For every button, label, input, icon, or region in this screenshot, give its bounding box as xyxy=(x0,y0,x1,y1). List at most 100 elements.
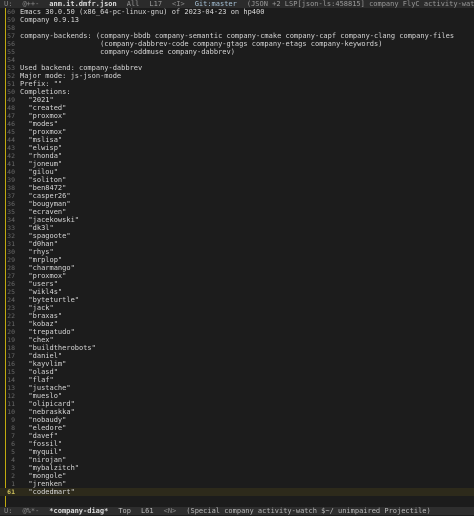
line-text[interactable]: "jack" xyxy=(20,304,474,312)
line-text[interactable]: "mybalzitch" xyxy=(20,464,474,472)
buffer-line[interactable]: 32 "spagoote" xyxy=(0,232,474,240)
line-text[interactable]: "mueslo" xyxy=(20,392,474,400)
buffer-line[interactable]: 40 "gilou" xyxy=(0,168,474,176)
line-text[interactable]: "mongole" xyxy=(20,472,474,480)
buffer-line[interactable]: 24 "byteturtle" xyxy=(0,296,474,304)
buffer-line[interactable]: 49 "2021" xyxy=(0,96,474,104)
line-text[interactable]: "eledore" xyxy=(20,424,474,432)
buffer-area[interactable]: 60 Emacs 30.0.50 (x86_64-pc-linux-gnu) of… xyxy=(0,8,474,507)
line-text[interactable]: "nirojan" xyxy=(20,456,474,464)
buffer-line[interactable]: 33 "dk3l" xyxy=(0,224,474,232)
line-text[interactable]: "olasd" xyxy=(20,368,474,376)
line-text[interactable]: "trepatudo" xyxy=(20,328,474,336)
line-text[interactable]: "olipicard" xyxy=(20,400,474,408)
line-text[interactable]: "jacekowski" xyxy=(20,216,474,224)
buffer-line[interactable]: 19 "chex" xyxy=(0,336,474,344)
buffer-line[interactable]: 21 "kobaz" xyxy=(0,320,474,328)
buffer-line[interactable]: 7 "davef" xyxy=(0,432,474,440)
buffer-line[interactable]: 34 "jacekowski" xyxy=(0,216,474,224)
line-text[interactable]: company-backends: (company-bbdb company-… xyxy=(20,32,474,40)
buffer-line[interactable]: 39 "soliton" xyxy=(0,176,474,184)
line-text[interactable]: "codedmart" xyxy=(20,488,474,496)
buffer-line[interactable]: 17 "daniel" xyxy=(0,352,474,360)
line-text[interactable]: "jrenken" xyxy=(20,480,474,488)
buffer-line[interactable]: 18 "buildtherobots" xyxy=(0,344,474,352)
buffer-line[interactable]: 26 "users" xyxy=(0,280,474,288)
buffer-line[interactable]: 57 company-backends: (company-bbdb compan… xyxy=(0,32,474,40)
line-text[interactable]: "myquil" xyxy=(20,448,474,456)
buffer-line[interactable]: 52 Major mode: js-json-mode xyxy=(0,72,474,80)
buffer-line[interactable]: 23 "jack" xyxy=(0,304,474,312)
line-text[interactable]: "mslisa" xyxy=(20,136,474,144)
buffer-line[interactable]: 50 Completions: xyxy=(0,88,474,96)
line-text[interactable]: "ben8472" xyxy=(20,184,474,192)
line-text[interactable]: Prefix: "" xyxy=(20,80,474,88)
mode-line-modes[interactable]: (JSON +2 LSP[json-ls:458815] company Fly… xyxy=(247,0,474,8)
buffer-line[interactable]: 42 "rhonda" xyxy=(0,152,474,160)
buffer-line[interactable]: 30 "rhys" xyxy=(0,248,474,256)
line-text[interactable]: "braxas" xyxy=(20,312,474,320)
buffer-line[interactable]: 9 "nobaudy" xyxy=(0,416,474,424)
buffer-line[interactable]: 31 "d0han" xyxy=(0,240,474,248)
line-text[interactable]: Emacs 30.0.50 (x86_64-pc-linux-gnu) of 2… xyxy=(20,8,474,16)
buffer-line[interactable]: 15 "olasd" xyxy=(0,368,474,376)
bottom-mode-line[interactable]: U: @%*- *company-diag* Top L61 <N> (Spec… xyxy=(0,507,474,515)
buffer-line[interactable]: 59 Company 0.9.13 xyxy=(0,16,474,24)
buffer-line[interactable]: 28 "charmango" xyxy=(0,264,474,272)
line-text[interactable]: "fossil" xyxy=(20,440,474,448)
buffer-line[interactable]: 12 "mueslo" xyxy=(0,392,474,400)
buffer-line[interactable]: 5 "myquil" xyxy=(0,448,474,456)
line-text[interactable]: "kobaz" xyxy=(20,320,474,328)
line-text[interactable]: "elwisp" xyxy=(20,144,474,152)
line-text[interactable]: "wikl4s" xyxy=(20,288,474,296)
buffer-line[interactable]: 47 "proxmox" xyxy=(0,112,474,120)
line-text[interactable]: Company 0.9.13 xyxy=(20,16,474,24)
line-text[interactable]: "modes" xyxy=(20,120,474,128)
line-text[interactable]: "2021" xyxy=(20,96,474,104)
line-text[interactable]: "joneum" xyxy=(20,160,474,168)
buffer-line[interactable]: 48 "created" xyxy=(0,104,474,112)
buffer-line[interactable]: 16 "kayvlim" xyxy=(0,360,474,368)
buffer-line[interactable]: 22 "braxas" xyxy=(0,312,474,320)
buffer-line[interactable]: 4 "nirojan" xyxy=(0,456,474,464)
buffer-line[interactable]: 43 "elwisp" xyxy=(0,144,474,152)
line-text[interactable]: "gilou" xyxy=(20,168,474,176)
buffer-line[interactable]: 1 "jrenken" xyxy=(0,480,474,488)
line-text[interactable]: "d0han" xyxy=(20,240,474,248)
line-text[interactable]: "nebraskka" xyxy=(20,408,474,416)
line-text[interactable]: "chex" xyxy=(20,336,474,344)
buffer-line[interactable]: 13 "justache" xyxy=(0,384,474,392)
line-text[interactable]: (company-dabbrev-code company-gtags comp… xyxy=(20,40,474,48)
buffer-line[interactable]: 55 company-oddmuse company-dabbrev) xyxy=(0,48,474,56)
line-text[interactable]: "users" xyxy=(20,280,474,288)
line-text[interactable]: "charmango" xyxy=(20,264,474,272)
top-mode-line[interactable]: U: @++- anm.it.dmfr.json All L17 <I> Git… xyxy=(0,0,474,8)
buffer-line[interactable]: 46 "modes" xyxy=(0,120,474,128)
buffer-line[interactable]: 8 "eledore" xyxy=(0,424,474,432)
mode-line-vcs[interactable]: Git:master xyxy=(195,0,237,8)
buffer-line[interactable]: 2 "mongole" xyxy=(0,472,474,480)
line-text[interactable]: "rhys" xyxy=(20,248,474,256)
buffer-line[interactable]: 60 Emacs 30.0.50 (x86_64-pc-linux-gnu) of… xyxy=(0,8,474,16)
line-text[interactable]: "bougyman" xyxy=(20,200,474,208)
line-text[interactable]: "proxmox" xyxy=(20,112,474,120)
line-text[interactable]: "soliton" xyxy=(20,176,474,184)
line-text[interactable]: "nobaudy" xyxy=(20,416,474,424)
buffer-line[interactable]: 44 "mslisa" xyxy=(0,136,474,144)
line-text[interactable]: "proxmox" xyxy=(20,272,474,280)
line-text[interactable]: "byteturtle" xyxy=(20,296,474,304)
buffer-line[interactable]: 14 "flaf" xyxy=(0,376,474,384)
buffer-line[interactable]: 3 "mybalzitch" xyxy=(0,464,474,472)
line-text[interactable]: "created" xyxy=(20,104,474,112)
mode-line-buffer-name[interactable]: *company-diag* xyxy=(49,507,108,515)
line-text[interactable]: Used backend: company-dabbrev xyxy=(20,64,474,72)
line-text[interactable]: "flaf" xyxy=(20,376,474,384)
line-text[interactable]: "spagoote" xyxy=(20,232,474,240)
line-text[interactable]: "buildtherobots" xyxy=(20,344,474,352)
line-text[interactable]: Major mode: js-json-mode xyxy=(20,72,474,80)
buffer-line[interactable]: 6 "fossil" xyxy=(0,440,474,448)
buffer-line[interactable]: 20 "trepatudo" xyxy=(0,328,474,336)
buffer-line[interactable]: 51 Prefix: "" xyxy=(0,80,474,88)
line-text[interactable]: "casper26" xyxy=(20,192,474,200)
line-text[interactable]: "justache" xyxy=(20,384,474,392)
